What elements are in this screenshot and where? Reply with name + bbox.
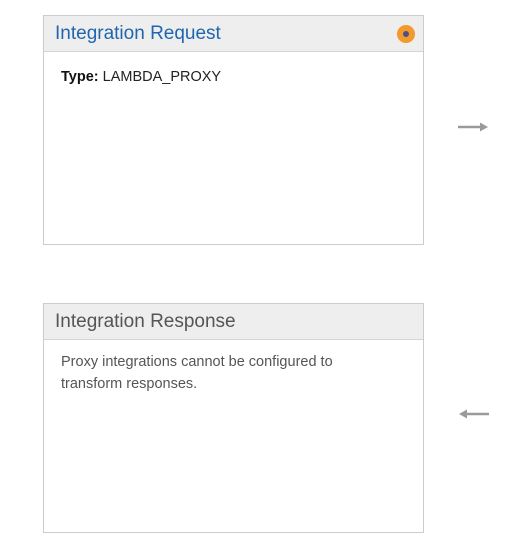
integration-request-body: Type: LAMBDA_PROXY xyxy=(44,52,423,103)
integration-response-header[interactable]: Integration Response xyxy=(44,304,423,340)
arrow-right-icon xyxy=(458,122,488,132)
type-label: Type: xyxy=(61,69,99,85)
integration-response-title[interactable]: Integration Response xyxy=(55,304,236,340)
type-value: LAMBDA_PROXY xyxy=(102,69,222,85)
integration-request-panel[interactable]: Integration Request Type: LAMBDA_PROXY xyxy=(43,15,424,245)
arrow-left-icon xyxy=(459,409,489,419)
status-dot-icon xyxy=(397,25,415,43)
integration-request-title[interactable]: Integration Request xyxy=(55,16,221,52)
method-execution-flow: Integration Request Type: LAMBDA_PROXY I… xyxy=(0,0,517,557)
integration-request-header[interactable]: Integration Request xyxy=(44,16,423,52)
integration-response-panel[interactable]: Integration Response Proxy integrations … xyxy=(43,303,424,533)
integration-response-message: Proxy integrations cannot be configured … xyxy=(61,354,333,392)
